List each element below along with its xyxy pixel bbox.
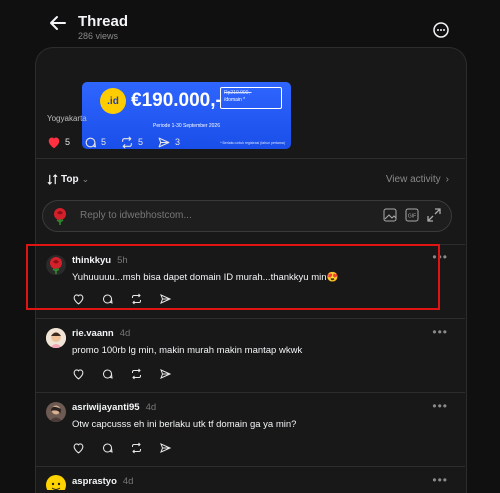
comment-item[interactable]: rie.vaann 4d promo 100rb lg min, makin mu…: [35, 322, 465, 388]
old-price: Rp210.000,-: [224, 90, 252, 96]
repost-count: 5: [138, 137, 144, 147]
chevron-right-icon: ›: [445, 174, 449, 185]
chevron-down-icon: ⌄: [81, 174, 90, 184]
promo-price: €190.000,-: [131, 90, 222, 111]
like-button[interactable]: 5: [47, 136, 70, 149]
comment-time: 4d: [145, 402, 157, 413]
heart-filled-icon: [48, 137, 60, 148]
reply-placeholder: Reply to idwebhostcom...: [80, 210, 192, 221]
expand-icon[interactable]: [427, 208, 441, 222]
comment-icon: [85, 137, 96, 147]
comment-icon[interactable]: [101, 442, 114, 454]
comment-time: 4d: [119, 328, 131, 339]
reply-input[interactable]: Reply to idwebhostcom... GIF: [42, 200, 452, 232]
avatar[interactable]: [46, 402, 66, 422]
rose-avatar: [50, 206, 70, 226]
comment-icon[interactable]: [101, 368, 114, 380]
divider: [35, 158, 465, 159]
send-icon[interactable]: [159, 368, 172, 380]
username[interactable]: rie.vaann: [72, 328, 114, 339]
sort-label: Top: [61, 174, 79, 185]
avatar[interactable]: [46, 475, 66, 490]
promo-note: * Berlaku untuk registrasi (tahun pertam…: [220, 141, 285, 145]
comment-text: promo 100rb lg min, makin murah makin ma…: [72, 345, 303, 356]
post-actions: 5 5 5 3: [47, 134, 180, 150]
sort-icon: [47, 174, 58, 185]
comment-text: Otw capcusss eh ini berlaku utk tf domai…: [72, 419, 297, 430]
comment-time: 4d: [122, 476, 134, 487]
promo-period: Periode 1-30 September 2026: [153, 123, 220, 129]
username[interactable]: asriwijayanti95: [72, 402, 140, 413]
view-activity-label: View activity: [385, 174, 441, 185]
send-icon: [158, 137, 170, 147]
repost-icon[interactable]: [130, 442, 143, 454]
gif-icon[interactable]: GIF: [405, 208, 419, 222]
view-count: 286 views: [78, 31, 119, 41]
share-button[interactable]: 3: [157, 136, 180, 149]
avatar[interactable]: [46, 328, 66, 348]
reply-tools: GIF: [383, 208, 441, 222]
comment-actions: [72, 442, 172, 454]
more-options-icon[interactable]: •••: [432, 399, 448, 413]
like-count: 5: [65, 137, 71, 147]
comment-username[interactable]: rie.vaann 4d: [72, 328, 130, 339]
page-title: Thread: [78, 13, 129, 30]
more-options-icon[interactable]: •••: [432, 325, 448, 339]
more-options-icon[interactable]: •••: [432, 473, 448, 487]
comment-username[interactable]: asprastyo 4d: [72, 476, 133, 487]
back-arrow-icon[interactable]: [47, 12, 69, 34]
repost-icon: [122, 136, 132, 148]
comment-button[interactable]: 5: [84, 136, 106, 149]
image-icon[interactable]: [383, 208, 397, 222]
divider: [35, 466, 465, 467]
repost-icon[interactable]: [130, 368, 143, 380]
username[interactable]: asprastyo: [72, 476, 117, 487]
view-activity-link[interactable]: View activity ›: [386, 174, 449, 185]
comment-count: 5: [101, 137, 107, 147]
divider: [35, 318, 465, 319]
more-options-icon[interactable]: [431, 20, 451, 40]
heart-icon[interactable]: [72, 368, 85, 380]
repost-button[interactable]: 5: [120, 136, 143, 149]
sort-dropdown[interactable]: Top ⌄: [47, 174, 89, 185]
comment-username[interactable]: asriwijayanti95 4d: [72, 402, 156, 413]
comment-item[interactable]: asprastyo 4d •••: [35, 470, 465, 490]
heart-icon[interactable]: [72, 442, 85, 454]
divider: [35, 392, 465, 393]
id-domain-logo: .id: [100, 88, 126, 114]
send-icon[interactable]: [159, 442, 172, 454]
svg-text:GIF: GIF: [408, 214, 416, 220]
share-count: 3: [175, 137, 181, 147]
post-location[interactable]: Yogyakarta: [47, 114, 87, 123]
comment-actions: [72, 368, 172, 380]
price-unit: /domain *: [224, 97, 246, 103]
price-box: Rp210.000,- /domain *: [220, 87, 282, 109]
highlight-box: [26, 244, 440, 310]
comment-item[interactable]: asriwijayanti95 4d Otw capcusss eh ini be…: [35, 396, 465, 462]
